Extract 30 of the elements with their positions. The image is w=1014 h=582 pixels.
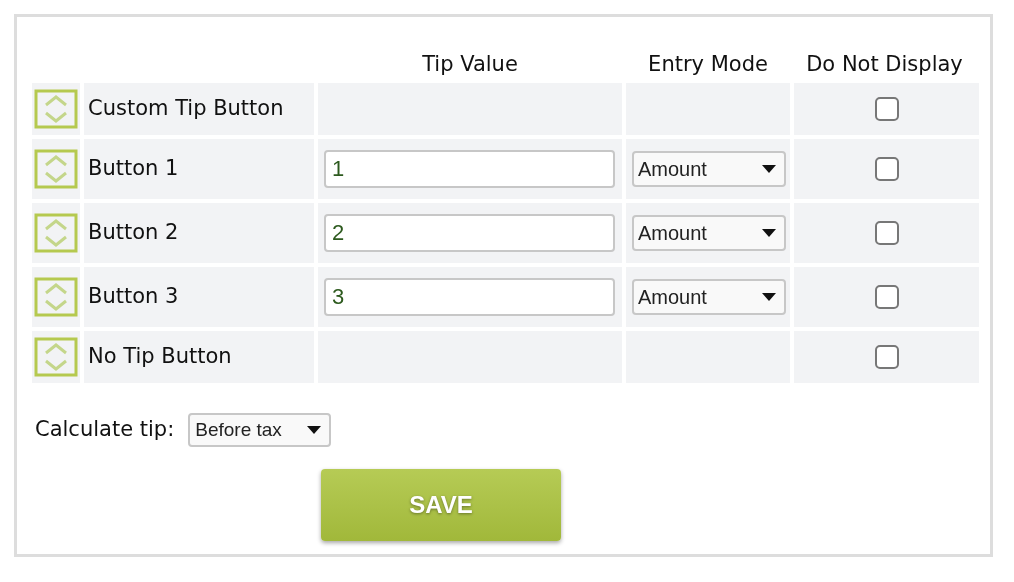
entry-mode-dropdown[interactable]: Amount <box>632 151 786 187</box>
entry-mode-dropdown[interactable]: Amount <box>632 279 786 315</box>
checkbox[interactable] <box>874 157 899 181</box>
entry-mode-dropdown[interactable]: Amount <box>632 215 786 251</box>
column-header: Tip Value <box>421 50 519 78</box>
reorder-handle-icon[interactable] <box>34 337 78 377</box>
column-header: Do Not Display <box>805 50 964 78</box>
caret-icon <box>762 229 776 237</box>
tip-button-label: Button 1 <box>88 155 179 183</box>
checkbox[interactable] <box>874 285 899 309</box>
checkbox[interactable] <box>874 221 899 245</box>
reorder-handle-icon[interactable] <box>34 149 78 189</box>
caret-icon <box>307 426 322 434</box>
calculate-tip-label: Calculate tip: <box>35 416 175 444</box>
checkbox[interactable] <box>874 345 899 369</box>
reorder-handle-icon[interactable] <box>34 277 78 317</box>
reorder-handle-icon[interactable] <box>34 89 78 129</box>
checkbox[interactable] <box>874 97 899 121</box>
tip-button-label: Custom Tip Button <box>88 95 284 123</box>
caret-icon <box>762 165 776 173</box>
reorder-handle-icon[interactable] <box>34 213 78 253</box>
tip-value-field[interactable]: 1 <box>324 150 615 188</box>
column-header: Entry Mode <box>647 50 769 78</box>
tip-button-label: No Tip Button <box>88 343 232 371</box>
tip-button-label: Button 3 <box>88 283 179 311</box>
calculate-tip-dropdown[interactable]: Before tax <box>188 413 332 447</box>
tip-value-field[interactable]: 3 <box>324 278 615 316</box>
caret-icon <box>762 293 776 301</box>
tip-value-field[interactable]: 2 <box>324 214 615 252</box>
tip-button-label: Button 2 <box>88 219 179 247</box>
